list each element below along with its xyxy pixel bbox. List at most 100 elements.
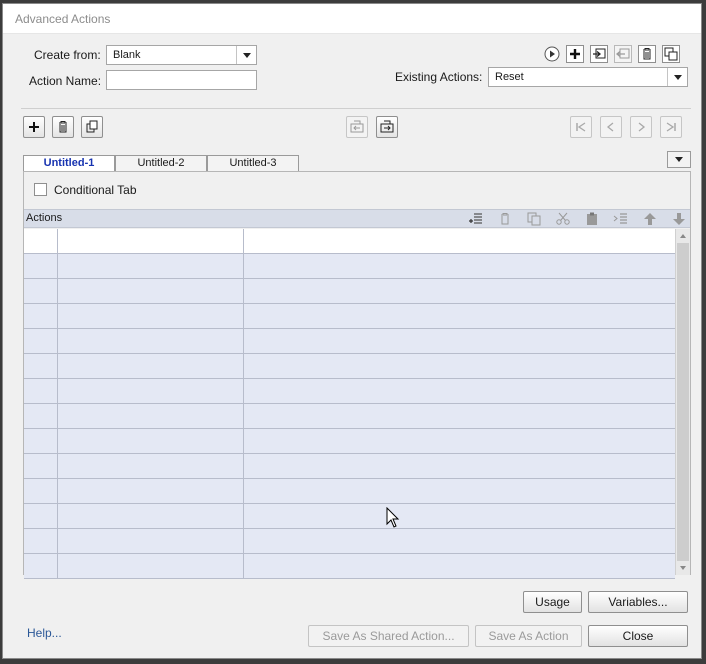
target-cell[interactable] bbox=[244, 304, 675, 329]
action-cell[interactable] bbox=[58, 404, 244, 429]
tab-untitled-2[interactable]: Untitled-2 bbox=[115, 155, 207, 172]
action-cell[interactable] bbox=[58, 479, 244, 504]
target-cell[interactable] bbox=[244, 254, 675, 279]
copy-row-icon[interactable] bbox=[525, 210, 543, 228]
table-row[interactable] bbox=[24, 229, 675, 254]
tab-list-dropdown[interactable] bbox=[667, 151, 691, 168]
delete-action-icon[interactable] bbox=[638, 45, 656, 63]
target-cell[interactable] bbox=[244, 354, 675, 379]
insert-row-icon[interactable] bbox=[467, 210, 485, 228]
action-cell[interactable] bbox=[58, 329, 244, 354]
import-icon[interactable] bbox=[590, 45, 608, 63]
table-row[interactable] bbox=[24, 329, 675, 354]
scrollbar-thumb[interactable] bbox=[677, 243, 689, 561]
action-cell[interactable] bbox=[58, 229, 244, 254]
target-cell[interactable] bbox=[244, 329, 675, 354]
target-cell[interactable] bbox=[244, 229, 675, 254]
target-cell[interactable] bbox=[244, 479, 675, 504]
move-down-icon[interactable] bbox=[670, 210, 688, 228]
table-row[interactable] bbox=[24, 454, 675, 479]
conditional-tab-checkbox[interactable] bbox=[34, 183, 47, 196]
import-block-icon[interactable] bbox=[346, 116, 368, 138]
action-cell[interactable] bbox=[58, 304, 244, 329]
target-cell[interactable] bbox=[244, 504, 675, 529]
table-row[interactable] bbox=[24, 404, 675, 429]
duplicate-action-icon[interactable] bbox=[662, 45, 680, 63]
target-cell[interactable] bbox=[244, 404, 675, 429]
play-icon[interactable] bbox=[543, 45, 561, 63]
table-row[interactable] bbox=[24, 429, 675, 454]
last-tab-icon[interactable] bbox=[660, 116, 682, 138]
variables-button[interactable]: Variables... bbox=[588, 591, 688, 613]
vertical-scrollbar[interactable] bbox=[675, 229, 690, 575]
table-row[interactable] bbox=[24, 304, 675, 329]
row-number-cell[interactable] bbox=[24, 329, 58, 354]
add-tab-icon[interactable] bbox=[23, 116, 45, 138]
row-number-cell[interactable] bbox=[24, 379, 58, 404]
chevron-down-icon[interactable] bbox=[236, 46, 256, 64]
row-number-cell[interactable] bbox=[24, 229, 58, 254]
action-cell[interactable] bbox=[58, 429, 244, 454]
indent-row-icon[interactable] bbox=[612, 210, 630, 228]
target-cell[interactable] bbox=[244, 454, 675, 479]
target-cell[interactable] bbox=[244, 379, 675, 404]
action-cell[interactable] bbox=[58, 354, 244, 379]
action-cell[interactable] bbox=[58, 504, 244, 529]
target-cell[interactable] bbox=[244, 554, 675, 579]
tab-untitled-3[interactable]: Untitled-3 bbox=[207, 155, 299, 172]
table-row[interactable] bbox=[24, 529, 675, 554]
delete-tab-icon[interactable] bbox=[52, 116, 74, 138]
action-cell[interactable] bbox=[58, 529, 244, 554]
action-cell[interactable] bbox=[58, 279, 244, 304]
row-number-cell[interactable] bbox=[24, 304, 58, 329]
table-row[interactable] bbox=[24, 479, 675, 504]
save-as-shared-action-button[interactable]: Save As Shared Action... bbox=[308, 625, 469, 647]
table-row[interactable] bbox=[24, 379, 675, 404]
target-cell[interactable] bbox=[244, 429, 675, 454]
help-link[interactable]: Help... bbox=[27, 626, 62, 640]
row-number-cell[interactable] bbox=[24, 354, 58, 379]
save-as-action-button[interactable]: Save As Action bbox=[475, 625, 582, 647]
action-cell[interactable] bbox=[58, 554, 244, 579]
action-name-input[interactable] bbox=[106, 70, 257, 90]
delete-row-icon[interactable] bbox=[496, 210, 514, 228]
row-number-cell[interactable] bbox=[24, 504, 58, 529]
row-number-cell[interactable] bbox=[24, 554, 58, 579]
row-number-cell[interactable] bbox=[24, 429, 58, 454]
table-row[interactable] bbox=[24, 504, 675, 529]
actions-grid[interactable] bbox=[24, 229, 675, 579]
table-row[interactable] bbox=[24, 554, 675, 579]
export-icon[interactable] bbox=[614, 45, 632, 63]
previous-tab-icon[interactable] bbox=[600, 116, 622, 138]
action-cell[interactable] bbox=[58, 454, 244, 479]
row-number-cell[interactable] bbox=[24, 404, 58, 429]
close-button[interactable]: Close bbox=[588, 625, 688, 647]
next-tab-icon[interactable] bbox=[630, 116, 652, 138]
first-tab-icon[interactable] bbox=[570, 116, 592, 138]
row-number-cell[interactable] bbox=[24, 279, 58, 304]
action-cell[interactable] bbox=[58, 254, 244, 279]
action-cell[interactable] bbox=[58, 379, 244, 404]
existing-actions-select[interactable]: Reset bbox=[488, 67, 688, 87]
chevron-down-icon[interactable] bbox=[667, 68, 687, 86]
create-from-select[interactable]: Blank bbox=[106, 45, 257, 65]
scroll-down-icon[interactable] bbox=[676, 561, 690, 575]
row-number-cell[interactable] bbox=[24, 454, 58, 479]
row-number-cell[interactable] bbox=[24, 529, 58, 554]
duplicate-tab-icon[interactable] bbox=[81, 116, 103, 138]
table-row[interactable] bbox=[24, 279, 675, 304]
scroll-up-icon[interactable] bbox=[676, 229, 690, 243]
target-cell[interactable] bbox=[244, 279, 675, 304]
table-row[interactable] bbox=[24, 354, 675, 379]
export-block-icon[interactable] bbox=[376, 116, 398, 138]
cut-row-icon[interactable] bbox=[554, 210, 572, 228]
usage-button[interactable]: Usage bbox=[523, 591, 582, 613]
tab-untitled-1[interactable]: Untitled-1 bbox=[23, 155, 115, 172]
add-action-icon[interactable] bbox=[566, 45, 584, 63]
move-up-icon[interactable] bbox=[641, 210, 659, 228]
table-row[interactable] bbox=[24, 254, 675, 279]
paste-row-icon[interactable] bbox=[583, 210, 601, 228]
row-number-cell[interactable] bbox=[24, 254, 58, 279]
row-number-cell[interactable] bbox=[24, 479, 58, 504]
target-cell[interactable] bbox=[244, 529, 675, 554]
